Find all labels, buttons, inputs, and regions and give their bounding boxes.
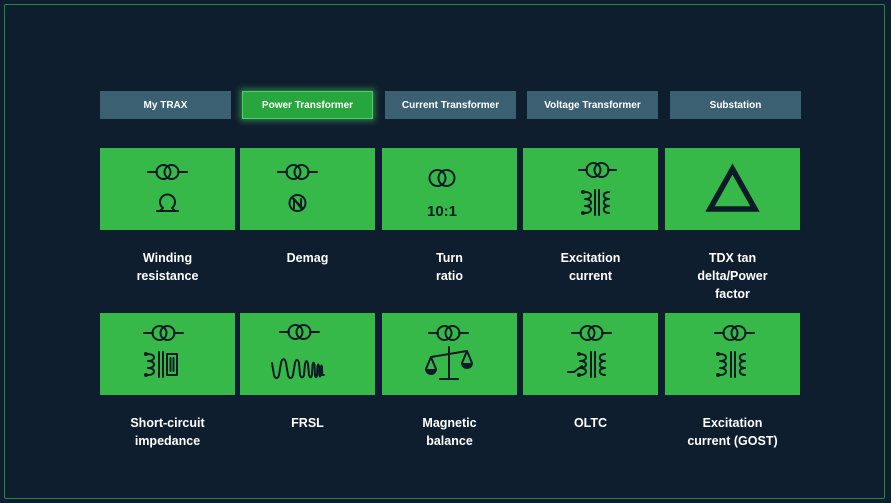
tile-magnetic-balance[interactable]	[382, 313, 517, 395]
tile-demag[interactable]	[240, 148, 375, 230]
tile-label-demag: Demag	[286, 251, 329, 265]
turn-ratio-icon: 10:1	[427, 169, 457, 220]
frsl-icon	[271, 324, 325, 379]
tile-frsl[interactable]	[240, 313, 375, 395]
tile-oltc[interactable]	[523, 313, 658, 395]
tile-label-excitation-current: Excitation current	[560, 251, 621, 283]
tile-label-short-circuit-impedance: Short-circuit impedance	[130, 416, 205, 448]
tile-label-frsl: FRSL	[291, 416, 324, 430]
excitation-current-gost-icon	[714, 325, 755, 378]
oltc-icon	[567, 325, 612, 378]
magnetic-balance-icon	[425, 325, 473, 380]
tile-excitation-current[interactable]	[523, 148, 658, 230]
tile-label-tdx-tan-delta: TDX tan delta/Power factor	[697, 251, 768, 301]
tile-winding-resistance[interactable]	[100, 148, 235, 230]
tile-label-magnetic-balance: Magnetic balance	[422, 416, 477, 448]
tile-label-oltc: OLTC	[573, 416, 608, 430]
delta-triangle-icon	[705, 163, 760, 212]
turn-ratio-text: 10:1	[427, 203, 457, 220]
tab-my-trax[interactable]: My TRAX	[100, 91, 231, 119]
tile-turn-ratio[interactable]: 10:1	[382, 148, 517, 230]
tile-tdx-tan-delta[interactable]	[665, 148, 800, 230]
tab-substation[interactable]: Substation	[670, 91, 801, 119]
winding-resistance-icon	[147, 164, 188, 212]
demag-icon	[277, 164, 318, 212]
tile-label-turn-ratio: Turn ratio	[435, 251, 464, 283]
tile-label-winding-resistance: Winding resistance	[136, 251, 199, 283]
short-circuit-impedance-icon	[143, 325, 184, 378]
tile-excitation-current-gost[interactable]	[665, 313, 800, 395]
excitation-current-icon	[578, 162, 617, 216]
tile-short-circuit-impedance[interactable]	[100, 313, 235, 395]
tab-voltage-transformer[interactable]: Voltage Transformer	[527, 91, 658, 119]
tile-label-excitation-current-gost: Excitation current (GOST)	[687, 416, 778, 448]
tab-bar: My TRAX Power Transformer Current Transf…	[0, 91, 891, 121]
tab-current-transformer[interactable]: Current Transformer	[385, 91, 516, 119]
tab-power-transformer[interactable]: Power Transformer	[242, 91, 373, 119]
